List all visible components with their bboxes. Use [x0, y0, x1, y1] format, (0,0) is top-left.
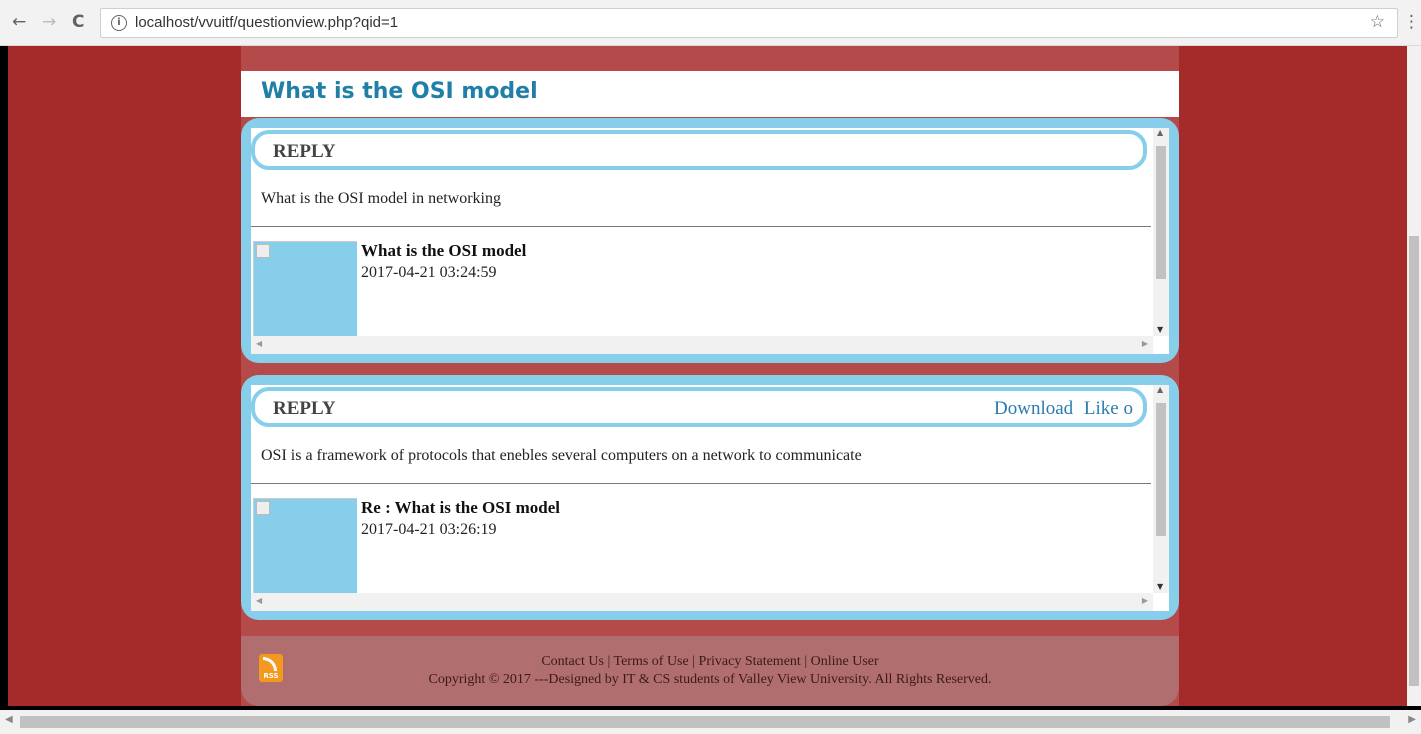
broken-image-icon: [256, 244, 270, 258]
download-link[interactable]: Download: [994, 398, 1073, 419]
scroll-down-icon[interactable]: ▼: [1157, 582, 1163, 591]
inner-horizontal-scrollbar[interactable]: ◀ ▶: [251, 593, 1153, 611]
scroll-right-icon[interactable]: ▶: [1408, 714, 1416, 725]
title-bar: What is the OSI model: [241, 71, 1179, 117]
inner-vertical-scrollbar[interactable]: ▲ ▼: [1153, 385, 1169, 593]
scroll-up-icon[interactable]: ▲: [1157, 128, 1163, 137]
scroll-up-icon[interactable]: ▲: [1157, 385, 1163, 394]
post-title: What is the OSI model: [361, 241, 527, 260]
reply-scroll-area[interactable]: REPLY Download Like o OSI is a framework…: [251, 385, 1169, 611]
reply-actions: Download Like o: [988, 398, 1133, 420]
scroll-left-icon[interactable]: ◀: [256, 596, 262, 605]
scroll-left-icon[interactable]: ◀: [256, 339, 262, 348]
privacy-statement-link[interactable]: Privacy Statement: [699, 654, 801, 669]
scroll-down-icon[interactable]: ▼: [1157, 325, 1163, 334]
inner-horizontal-scrollbar[interactable]: ◀ ▶: [251, 336, 1153, 354]
reply-header: REPLY: [251, 130, 1147, 170]
reply-label: REPLY: [273, 141, 336, 162]
reply-card: REPLY What is the OSI model in networkin…: [241, 118, 1179, 363]
browser-menu-icon[interactable]: ⋮: [1403, 12, 1420, 32]
reload-icon[interactable]: C: [72, 12, 84, 32]
divider: [251, 483, 1151, 484]
terms-of-use-link[interactable]: Terms of Use: [614, 654, 689, 669]
avatar: [253, 498, 357, 593]
contact-us-link[interactable]: Contact Us: [541, 654, 604, 669]
scroll-thumb[interactable]: [1156, 146, 1166, 279]
post-timestamp: 2017-04-21 03:26:19: [361, 521, 497, 538]
forward-icon[interactable]: →: [42, 12, 56, 32]
content-container: What is the OSI model REPLY What is the …: [241, 46, 1179, 706]
broken-image-icon: [256, 501, 270, 515]
page-horizontal-scrollbar[interactable]: ◀ ▶: [0, 710, 1421, 734]
reply-body: OSI is a framework of protocols that ene…: [261, 447, 862, 464]
address-bar[interactable]: i localhost/vvuitf/questionview.php?qid=…: [100, 8, 1398, 38]
reply-scroll-area[interactable]: REPLY What is the OSI model in networkin…: [251, 128, 1169, 354]
scroll-thumb[interactable]: [20, 716, 1390, 728]
avatar: [253, 241, 357, 336]
scroll-right-icon[interactable]: ▶: [1142, 596, 1148, 605]
like-link[interactable]: Like o: [1084, 398, 1133, 419]
reply-header: REPLY Download Like o: [251, 387, 1147, 427]
scroll-right-icon[interactable]: ▶: [1142, 339, 1148, 348]
top-strip: [241, 46, 1179, 71]
scroll-thumb[interactable]: [1409, 236, 1419, 686]
scroll-thumb[interactable]: [1156, 403, 1166, 536]
back-icon[interactable]: ←: [12, 12, 26, 32]
url-text[interactable]: localhost/vvuitf/questionview.php?qid=1: [135, 14, 398, 31]
separator: |: [800, 654, 811, 669]
copyright-text: Copyright © 2017 ---Designed by IT & CS …: [428, 672, 992, 687]
separator: |: [688, 654, 699, 669]
page-viewport: What is the OSI model REPLY What is the …: [8, 46, 1407, 706]
info-icon[interactable]: i: [111, 15, 127, 31]
bookmark-star-icon[interactable]: ☆: [1370, 12, 1385, 32]
reply-body: What is the OSI model in networking: [261, 190, 501, 207]
separator: |: [603, 654, 614, 669]
divider: [251, 226, 1151, 227]
reply-label: REPLY: [273, 398, 336, 419]
post-title: Re : What is the OSI model: [361, 498, 560, 517]
page-vertical-scrollbar[interactable]: [1407, 46, 1421, 706]
page-title: What is the OSI model: [261, 79, 538, 104]
footer: RSS Contact Us | Terms of Use | Privacy …: [241, 636, 1179, 706]
post-timestamp: 2017-04-21 03:24:59: [361, 264, 497, 281]
reply-card: REPLY Download Like o OSI is a framework…: [241, 375, 1179, 620]
browser-toolbar: ← → C i localhost/vvuitf/questionview.ph…: [0, 0, 1421, 46]
footer-links: Contact Us | Terms of Use | Privacy Stat…: [241, 654, 1179, 670]
online-user-link[interactable]: Online User: [811, 654, 879, 669]
scroll-left-icon[interactable]: ◀: [5, 714, 13, 725]
inner-vertical-scrollbar[interactable]: ▲ ▼: [1153, 128, 1169, 336]
